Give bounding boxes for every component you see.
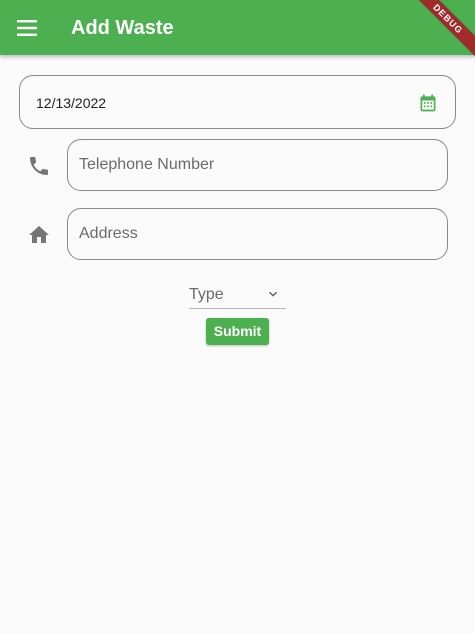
home-icon (29, 226, 49, 243)
app-bar: Add Waste (0, 0, 475, 55)
calendar-icon[interactable] (418, 93, 438, 113)
telephone-input[interactable] (79, 140, 434, 190)
phone-icon (30, 157, 48, 175)
type-label: Type (189, 286, 224, 303)
telephone-field[interactable] (67, 139, 448, 191)
submit-button[interactable]: Submit (206, 318, 269, 345)
type-dropdown[interactable]: Type (189, 280, 286, 309)
chevron-down-icon (269, 291, 277, 297)
menu-icon (17, 20, 37, 36)
address-field[interactable] (67, 208, 448, 260)
menu-button[interactable] (8, 8, 48, 48)
date-value: 12/13/2022 (36, 95, 107, 111)
address-input[interactable] (79, 209, 434, 259)
date-field[interactable]: 12/13/2022 (19, 75, 456, 129)
page-title: Add Waste (71, 17, 174, 39)
